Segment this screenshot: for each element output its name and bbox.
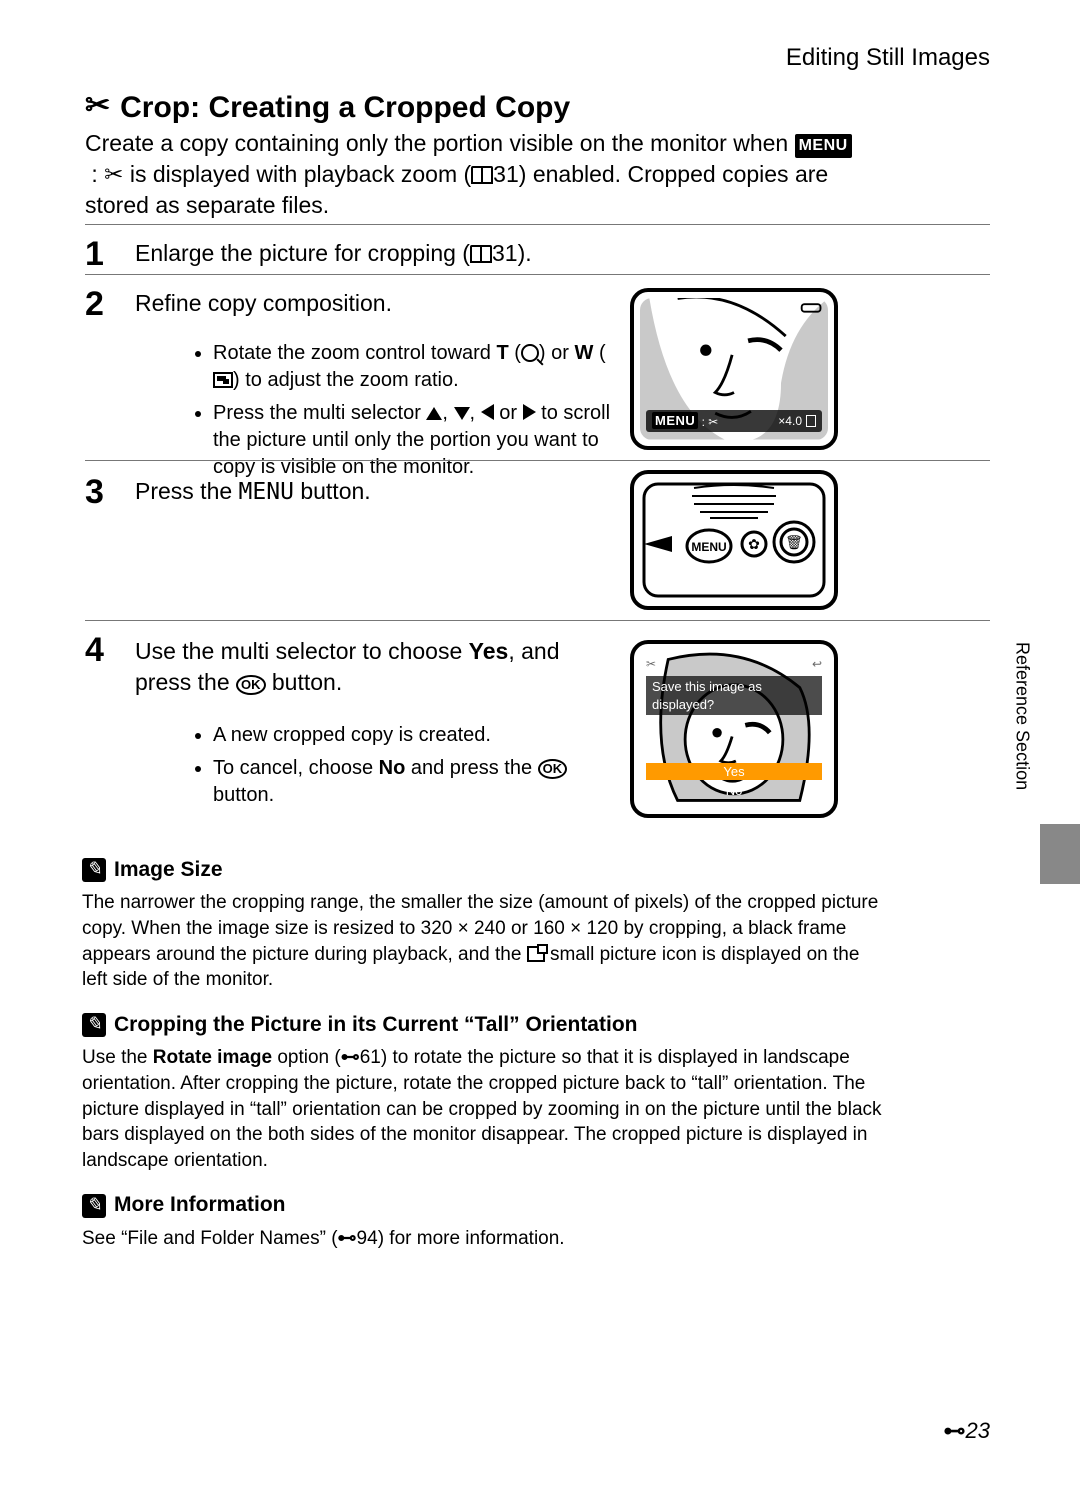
note-body-image-size: The narrower the cropping range, the sma… <box>82 890 882 993</box>
link-icon: ⊷ <box>338 1226 357 1252</box>
page-title: ✂ Crop: Creating a Cropped Copy <box>85 88 570 129</box>
page-number: 23 <box>966 1418 990 1443</box>
step-1: Enlarge the picture for cropping (31). <box>135 238 835 269</box>
ok-button-icon: OK <box>236 675 266 695</box>
small-picture-icon <box>527 946 545 962</box>
section-header: Editing Still Images <box>786 42 990 74</box>
right-arrow-icon <box>523 404 536 420</box>
step-2: Refine copy composition. <box>135 288 575 319</box>
book-icon <box>470 245 492 263</box>
zoom-status-bar: MENU : ✂ ×4.0 <box>646 410 822 432</box>
page-footer: ⊷23 <box>944 1416 990 1446</box>
figure-zoomed-face: MENU : ✂ ×4.0 <box>630 288 838 450</box>
down-arrow-icon <box>454 407 470 420</box>
side-tab-label: Reference Section <box>1010 642 1034 790</box>
step-number-4: 4 <box>85 628 104 674</box>
note-icon: ✎ <box>82 1194 106 1218</box>
note-icon: ✎ <box>82 858 106 882</box>
divider <box>85 274 990 275</box>
book-icon <box>471 166 493 184</box>
note-icon: ✎ <box>82 1013 106 1037</box>
divider <box>85 460 990 461</box>
save-prompt-text: Save this image as displayed? <box>646 676 822 715</box>
side-tab: Reference Section <box>1010 642 1040 862</box>
note-heading-more-info: ✎ More Information <box>82 1191 882 1219</box>
divider <box>85 620 990 621</box>
zoom-in-icon <box>521 344 539 362</box>
menu-badge-icon: MENU <box>795 134 852 158</box>
svg-text:✿: ✿ <box>748 536 760 552</box>
delete-button-icon: 🗑 <box>774 522 814 562</box>
divider <box>85 224 990 225</box>
link-icon: ⊷ <box>341 1045 360 1071</box>
crop-icon: ✂ <box>85 91 110 121</box>
menu-badge-icon: MENU <box>652 412 698 430</box>
step-2-bullets: Rotate the zoom control toward T () or W… <box>155 340 615 487</box>
left-arrow-icon <box>481 404 494 420</box>
note-body-more-info: See “File and Folder Names” (⊷94) for mo… <box>82 1226 882 1252</box>
scissors-icon: ✂ <box>646 656 656 674</box>
zoom-value: ×4.0 <box>778 413 802 429</box>
step-number-2: 2 <box>85 282 104 328</box>
intro-paragraph: Create a copy containing only the portio… <box>85 128 885 221</box>
step-number-1: 1 <box>85 232 104 278</box>
figure-camera-back: MENU ✿ 🗑 <box>630 470 838 610</box>
thumbnail-icon <box>213 372 233 388</box>
choice-no[interactable]: No <box>646 782 822 800</box>
step-3: Press the MENU button. <box>135 476 575 508</box>
side-tab-marker <box>1040 824 1080 884</box>
link-icon: ⊷ <box>944 1418 966 1443</box>
scissors-icon: ✂ <box>708 415 718 429</box>
svg-text:🗑: 🗑 <box>785 534 803 550</box>
zoom-bar-icon <box>806 415 816 427</box>
back-icon: ↩ <box>812 656 822 674</box>
choice-yes[interactable]: Yes <box>646 763 822 781</box>
scissors-icon: ✂ <box>104 161 123 187</box>
flower-button-icon: ✿ <box>742 532 766 556</box>
note-heading-tall-orientation: ✎ Cropping the Picture in its Current “T… <box>82 1011 882 1039</box>
step-number-3: 3 <box>85 470 104 516</box>
note-heading-image-size: ✎ Image Size <box>82 856 882 884</box>
step-4-bullets: A new cropped copy is created. To cancel… <box>155 722 615 815</box>
note-body-tall-orientation: Use the Rotate image option (⊷61) to rot… <box>82 1045 882 1173</box>
step-4: Use the multi selector to choose Yes, an… <box>135 636 615 698</box>
menu-button-icon: MENU <box>687 530 731 562</box>
figure-save-prompt: ✂ ↩ Save this image as displayed? Yes No <box>630 640 838 818</box>
ok-button-icon: OK <box>538 759 568 779</box>
up-arrow-icon <box>426 407 442 420</box>
page-title-text: Crop: Creating a Cropped Copy <box>120 88 570 129</box>
svg-text:MENU: MENU <box>691 540 726 554</box>
press-arrow-icon <box>644 536 672 552</box>
